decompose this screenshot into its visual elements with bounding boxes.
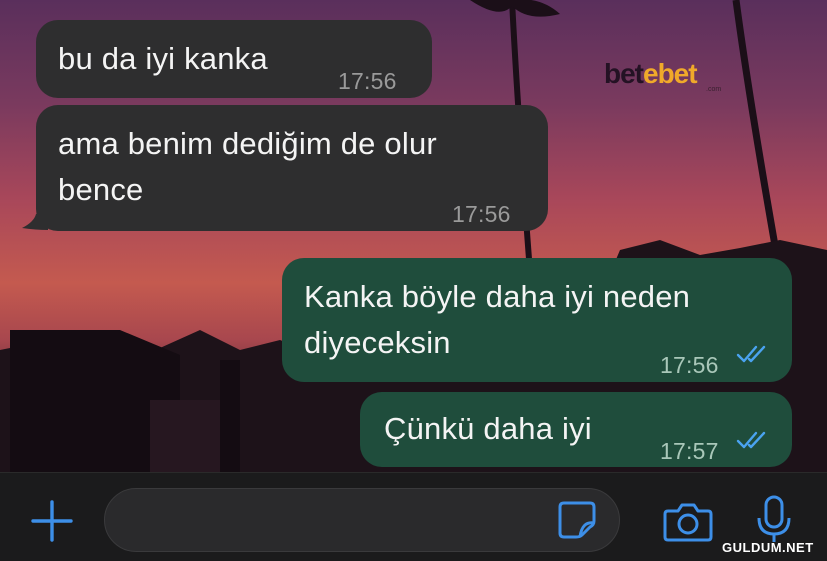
message-time: 17:56 (660, 352, 719, 378)
message-bubble-incoming[interactable]: bu da iyi kanka 17:56 (36, 20, 432, 98)
message-time: 17:56 (338, 68, 397, 94)
read-receipt-icon (736, 431, 766, 449)
microphone-icon[interactable] (754, 494, 794, 546)
sticker-icon[interactable] (556, 499, 598, 541)
message-bubble-incoming[interactable]: ama benim dediğim de olur bence 17:56 (36, 105, 548, 231)
message-bubble-outgoing[interactable]: Çünkü daha iyi 17:57 (360, 392, 792, 467)
message-bubble-outgoing[interactable]: Kanka böyle daha iyi neden diyeceksin 17… (282, 258, 792, 382)
message-text: Çünkü daha iyi (384, 411, 592, 446)
message-time: 17:56 (452, 201, 511, 227)
message-input[interactable] (104, 488, 620, 552)
message-text: bu da iyi kanka (58, 41, 268, 76)
plus-icon[interactable] (29, 498, 75, 544)
camera-icon[interactable] (662, 499, 714, 543)
message-time: 17:57 (660, 438, 719, 464)
message-text: ama benim dediğim de olur bence (58, 126, 437, 207)
read-receipt-icon (736, 345, 766, 363)
betebet-logo: betebet (604, 58, 698, 89)
bubble-tail-icon (22, 214, 48, 230)
betebet-logo-sub: .com (706, 86, 722, 93)
site-watermark: GULDUM.NET (722, 540, 814, 555)
